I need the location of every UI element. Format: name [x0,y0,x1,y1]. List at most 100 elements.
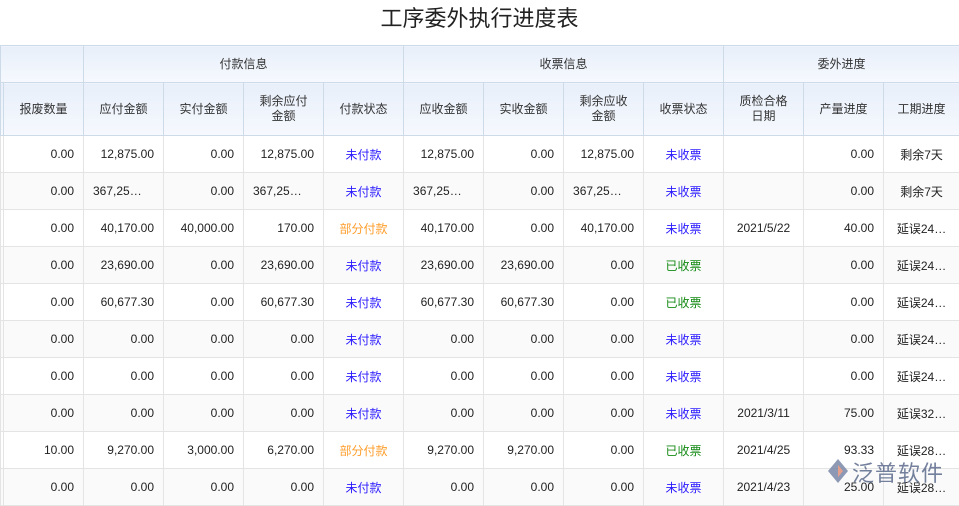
group-header-row: 付款信息收票信息委外进度 [1,46,959,83]
cell: 10.00 [4,432,84,469]
table-row[interactable]: 0.000.000.000.00未付款0.000.000.00未收票2021/3… [1,395,959,432]
column-header[interactable]: 产量进度 [804,83,884,136]
table-row[interactable]: 10.009,270.003,000.006,270.00部分付款9,270.0… [1,432,959,469]
cell: 3,000.00 [164,432,244,469]
cell: 0.00 [164,321,244,358]
cell: 367,25… [84,173,164,210]
table-row[interactable]: 0.000.000.000.00未付款0.000.000.00未收票0.00延误… [1,321,959,358]
schedule-cell: 剩余7天 [884,136,959,173]
cell: 0.00 [484,173,564,210]
cell: 0.00 [804,173,884,210]
date-cell [724,173,804,210]
cell: 0.00 [164,136,244,173]
cell: 0.00 [484,136,564,173]
cell: 0.00 [564,358,644,395]
cell: 0.00 [164,469,244,506]
group-header: 收票信息 [404,46,724,83]
cell: 40,000.00 [164,210,244,247]
status-cell: 未付款 [324,321,404,358]
cell: 0.00 [84,395,164,432]
cell: 367,25… [244,173,324,210]
date-cell [724,136,804,173]
page-title: 工序委外执行进度表 [0,0,959,45]
column-header[interactable]: 应收金额 [404,83,484,136]
cell: 23,690.00 [84,247,164,284]
column-header[interactable]: 剩余应付金额 [244,83,324,136]
column-header[interactable]: 付款状态 [324,83,404,136]
cell: 0.00 [4,358,84,395]
status-cell: 未付款 [324,284,404,321]
schedule-cell: 延误28… [884,469,959,506]
column-header[interactable]: 应付金额 [84,83,164,136]
schedule-cell: 延误24… [884,358,959,395]
table-row[interactable]: 0.0012,875.000.0012,875.00未付款12,875.000.… [1,136,959,173]
cell: 0.00 [484,395,564,432]
schedule-cell: 延误28… [884,432,959,469]
status-cell: 未收票 [644,321,724,358]
cell: 0.00 [164,247,244,284]
cell: 60,677.30 [484,284,564,321]
cell: 6,270.00 [244,432,324,469]
group-header [1,46,84,83]
column-header[interactable]: 实收金额 [484,83,564,136]
table-row[interactable]: 0.0023,690.000.0023,690.00未付款23,690.0023… [1,247,959,284]
schedule-cell: 延误24… [884,247,959,284]
cell: 0.00 [4,173,84,210]
status-cell: 未付款 [324,136,404,173]
column-header[interactable]: 报废数量 [4,83,84,136]
table-row[interactable]: 0.000.000.000.00未付款0.000.000.00未收票0.00延误… [1,358,959,395]
status-cell: 部分付款 [324,210,404,247]
cell: 0.00 [484,469,564,506]
cell: 23,690.00 [244,247,324,284]
table-row[interactable]: 0.000.000.000.00未付款0.000.000.00未收票2021/4… [1,469,959,506]
cell: 40,170.00 [84,210,164,247]
cell: 60,677.30 [404,284,484,321]
cell: 0.00 [484,210,564,247]
schedule-cell: 延误24… [884,210,959,247]
cell: 9,270.00 [484,432,564,469]
cell: 0.00 [804,247,884,284]
cell: 12,875.00 [564,136,644,173]
cell: 0.00 [4,284,84,321]
cell: 0.00 [564,284,644,321]
date-cell [724,247,804,284]
status-cell: 已收票 [644,247,724,284]
column-header[interactable]: 工期进度 [884,83,959,136]
cell: 0.00 [804,321,884,358]
cell: 0.00 [4,469,84,506]
cell: 0.00 [564,247,644,284]
cell: 0.00 [4,136,84,173]
date-cell [724,358,804,395]
table-row[interactable]: 0.0040,170.0040,000.00170.00部分付款40,170.0… [1,210,959,247]
schedule-cell: 剩余7天 [884,173,959,210]
cell: 0.00 [404,358,484,395]
column-header[interactable]: 剩余应收金额 [564,83,644,136]
group-header: 委外进度 [724,46,959,83]
table-row[interactable]: 0.00367,25…0.00367,25…未付款367,25…0.00367,… [1,173,959,210]
column-header[interactable]: 收票状态 [644,83,724,136]
status-cell: 未收票 [644,173,724,210]
cell: 0.00 [4,247,84,284]
cell: 75.00 [804,395,884,432]
column-header[interactable]: 质检合格日期 [724,83,804,136]
schedule-cell: 延误24… [884,284,959,321]
cell: 23,690.00 [404,247,484,284]
cell: 93.33 [804,432,884,469]
column-header[interactable]: 实付金额 [164,83,244,136]
cell: 0.00 [164,173,244,210]
status-cell: 未收票 [644,210,724,247]
cell: 0.00 [564,321,644,358]
status-cell: 未付款 [324,173,404,210]
cell: 0.00 [244,469,324,506]
cell: 0.00 [4,210,84,247]
cell: 0.00 [564,395,644,432]
date-cell: 2021/3/11 [724,395,804,432]
cell: 0.00 [164,358,244,395]
cell: 367,25… [404,173,484,210]
status-cell: 已收票 [644,284,724,321]
cell: 60,677.30 [244,284,324,321]
cell: 0.00 [244,395,324,432]
progress-table: 付款信息收票信息委外进度报废数量应付金额实付金额剩余应付金额付款状态应收金额实收… [0,45,959,506]
status-cell: 未付款 [324,469,404,506]
table-row[interactable]: 0.0060,677.300.0060,677.30未付款60,677.3060… [1,284,959,321]
